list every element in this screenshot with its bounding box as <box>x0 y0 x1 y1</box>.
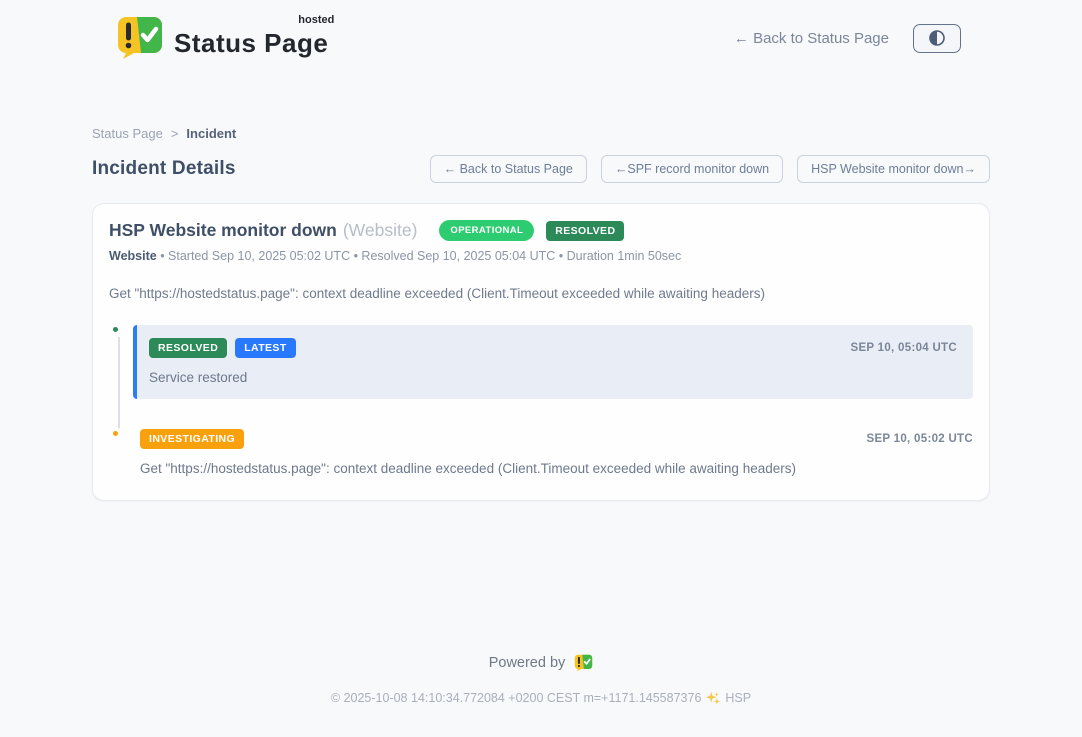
timeline-message: Get "https://hostedstatus.page": context… <box>140 461 973 476</box>
latest-badge: LATEST <box>235 338 295 358</box>
operational-badge: OPERATIONAL <box>439 220 534 241</box>
header: hosted Status Page ← Back to Status Page <box>0 0 1082 76</box>
breadcrumb-incident: Incident <box>186 126 236 141</box>
timeline-entry-resolved: RESOLVED LATEST SEP 10, 05:04 UTC Servic… <box>109 325 973 399</box>
back-to-status-page-link[interactable]: ← Back to Status Page <box>734 30 889 47</box>
breadcrumb: Status Page > Incident <box>92 126 990 141</box>
meta-dates-duration: • Started Sep 10, 2025 05:02 UTC • Resol… <box>160 249 681 263</box>
statuspage-logo-icon[interactable] <box>574 654 593 672</box>
timeline-message: Service restored <box>149 370 957 385</box>
brand-superscript: hosted <box>298 14 334 26</box>
copyright-text: © 2025-10-08 14:10:34.772084 +0200 CEST … <box>331 691 702 705</box>
statuspage-logo-icon <box>116 16 164 60</box>
copyright: © 2025-10-08 14:10:34.772084 +0200 CEST … <box>0 691 1082 705</box>
investigating-badge: INVESTIGATING <box>140 429 244 449</box>
timeline-timestamp: SEP 10, 05:02 UTC <box>866 433 973 445</box>
incident-nav-buttons: ← Back to Status Page ←SPF record monito… <box>430 155 990 183</box>
brand-wordmark: Status Page <box>174 28 328 58</box>
timeline-timestamp: SEP 10, 05:04 UTC <box>850 342 957 354</box>
incident-component: (Website) <box>343 220 418 241</box>
resolved-badge: RESOLVED <box>149 338 227 358</box>
page-title: Incident Details <box>92 158 236 180</box>
meta-component: Website <box>109 249 157 263</box>
theme-toggle-button[interactable] <box>913 24 961 53</box>
copyright-brand: HSP <box>725 691 751 705</box>
powered-by: Powered by <box>0 654 1082 672</box>
resolved-status-badge: RESOLVED <box>546 221 624 241</box>
breadcrumb-separator: > <box>171 126 179 141</box>
main-content: Status Page > Incident Incident Details … <box>92 126 990 501</box>
powered-by-label: Powered by <box>489 655 566 671</box>
footer: Powered by © 2025-10-08 14:10:34.772084 … <box>0 654 1082 705</box>
breadcrumb-status-page[interactable]: Status Page <box>92 126 163 141</box>
timeline-entry-investigating: INVESTIGATING SEP 10, 05:02 UTC Get "htt… <box>109 429 973 476</box>
timeline-dot-green <box>109 323 122 336</box>
brand-logo[interactable]: hosted Status Page <box>116 16 328 60</box>
sparkles-icon <box>706 691 720 705</box>
next-incident-button[interactable]: HSP Website monitor down→ <box>797 155 990 183</box>
incident-title: HSP Website monitor down <box>109 220 337 241</box>
incident-card: HSP Website monitor down (Website) OPERA… <box>92 203 990 501</box>
contrast-icon <box>927 28 947 48</box>
timeline-dot-orange <box>109 427 122 440</box>
incident-meta: Website • Started Sep 10, 2025 05:02 UTC… <box>109 249 973 263</box>
incident-timeline: RESOLVED LATEST SEP 10, 05:04 UTC Servic… <box>109 325 973 476</box>
back-to-status-page-button[interactable]: ← Back to Status Page <box>430 155 587 183</box>
prev-incident-button[interactable]: ←SPF record monitor down <box>601 155 783 183</box>
incident-description: Get "https://hostedstatus.page": context… <box>109 286 973 301</box>
